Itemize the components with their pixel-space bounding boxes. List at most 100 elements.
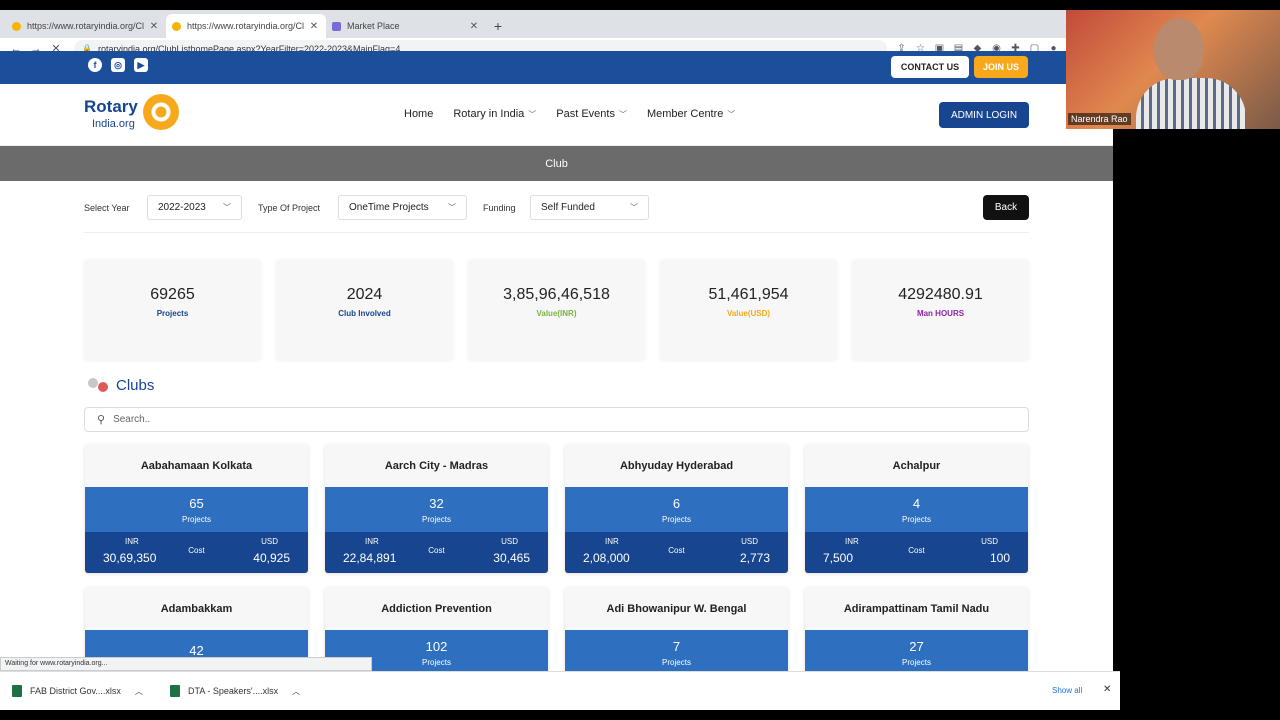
- rotary-wheel-icon: [143, 94, 179, 130]
- project-unit: Projects: [902, 514, 931, 524]
- tab-strip: https://www.rotaryindia.org/Cl ✕ https:/…: [0, 10, 1066, 38]
- website: f ◎ ▶ CONTACT US JOIN US Rotary India.or…: [0, 51, 1113, 671]
- section-title-bar: Club: [0, 146, 1113, 181]
- main-nav: Home Rotary in India ﹀ Past Events ﹀ Membe…: [404, 108, 735, 120]
- year-select[interactable]: 2022-2023 ﹀: [147, 195, 242, 220]
- stat-label: Man HOURS: [916, 309, 965, 318]
- usd-label: USD: [981, 537, 998, 546]
- nav-label: Home: [404, 108, 434, 120]
- video-call-tile: Narendra Rao: [1066, 10, 1280, 129]
- nav-past-events[interactable]: Past Events ﹀: [556, 108, 627, 120]
- stat-value: 51,461,954: [708, 286, 789, 303]
- project-count: 65: [189, 495, 204, 511]
- search-input[interactable]: ⚲ Search..: [84, 407, 1029, 432]
- admin-login-button[interactable]: ADMIN LOGIN: [939, 102, 1029, 128]
- search-icon: ⚲: [97, 414, 106, 426]
- project-count: 27: [909, 638, 924, 654]
- project-count: 6: [672, 495, 681, 511]
- close-tab-icon[interactable]: ✕: [308, 21, 320, 32]
- club-card[interactable]: Abhyuday Hyderabad 6 Projects INR 2,08,0…: [565, 444, 788, 573]
- rotary-logo[interactable]: Rotary India.org: [84, 94, 179, 130]
- club-card[interactable]: Achalpur 4 Projects INR 7,500 Cost USD 1…: [805, 444, 1028, 573]
- download-item[interactable]: FAB District Gov....xlsx ︿: [12, 685, 170, 697]
- club-name: Adambakkam: [85, 587, 308, 630]
- join-us-button[interactable]: JOIN US: [974, 56, 1028, 78]
- facebook-icon[interactable]: f: [88, 58, 102, 72]
- nav-home[interactable]: Home: [404, 108, 433, 120]
- project-unit: Projects: [182, 514, 211, 524]
- club-card[interactable]: Adirampattinam Tamil Nadu 27 Projects: [805, 587, 1028, 671]
- project-count: 42: [189, 643, 204, 658]
- new-tab-icon[interactable]: +: [486, 14, 510, 38]
- project-count-band: 32 Projects: [325, 487, 548, 532]
- browser-status-message: Waiting for www.rotaryindia.org...: [0, 657, 372, 671]
- participant-face: [1154, 18, 1204, 80]
- clubs-title: Clubs: [116, 376, 155, 394]
- cost-band: INR 30,69,350 Cost USD 40,925: [85, 532, 308, 573]
- instagram-icon[interactable]: ◎: [111, 58, 125, 72]
- club-name: Achalpur: [805, 444, 1028, 487]
- search-placeholder: Search..: [113, 414, 151, 425]
- show-all-link[interactable]: Show all: [1052, 686, 1082, 695]
- club-card[interactable]: Adi Bhowanipur W. Bengal 7 Projects: [565, 587, 788, 671]
- inr-label: INR: [845, 537, 859, 546]
- stat-label: Value(USD): [726, 309, 771, 318]
- top-strip: f ◎ ▶ CONTACT US JOIN US: [0, 51, 1113, 84]
- close-icon[interactable]: ✕: [1103, 684, 1111, 695]
- chevron-up-icon[interactable]: ︿: [292, 686, 300, 697]
- clubs-heading: Clubs: [86, 376, 154, 394]
- project-count-band: 4 Projects: [805, 487, 1028, 532]
- club-card[interactable]: Aabahamaan Kolkata 65 Projects INR 30,69…: [85, 444, 308, 573]
- nav-label: Past Events: [556, 108, 615, 120]
- chevron-up-icon[interactable]: ︿: [135, 686, 143, 697]
- usd-value: 30,465: [493, 551, 530, 565]
- browser-tab-3[interactable]: Market Place ✕: [326, 14, 486, 38]
- cost-band: INR 7,500 Cost USD 100: [805, 532, 1028, 573]
- club-card[interactable]: Aarch City - Madras 32 Projects INR 22,8…: [325, 444, 548, 573]
- site-header: Rotary India.org Home Rotary in India ﹀ P…: [0, 84, 1113, 146]
- chevron-down-icon: ﹀: [727, 109, 736, 119]
- nav-rotary-in-india[interactable]: Rotary in India ﹀: [453, 108, 536, 120]
- nav-member-centre[interactable]: Member Centre ﹀: [647, 108, 735, 120]
- nav-label: Rotary in India: [453, 108, 525, 120]
- tab-title: Market Place: [347, 21, 400, 31]
- stat-projects: 69265 Projects: [84, 259, 261, 360]
- stat-value: 2024: [346, 286, 383, 303]
- project-type-label: Type Of Project: [258, 203, 321, 213]
- inr-label: INR: [605, 537, 619, 546]
- club-name: Addiction Prevention: [325, 587, 548, 630]
- close-tab-icon[interactable]: ✕: [148, 21, 160, 32]
- participant-name: Narendra Rao: [1068, 113, 1131, 125]
- back-button[interactable]: Back: [983, 195, 1029, 220]
- stat-value: 69265: [150, 286, 195, 303]
- stat-clubs: 2024 Club Involved: [276, 259, 453, 360]
- stat-value: 3,85,96,46,518: [503, 286, 610, 303]
- project-type-select[interactable]: OneTime Projects ﹀: [338, 195, 467, 220]
- chevron-down-icon: ﹀: [223, 203, 231, 212]
- youtube-icon[interactable]: ▶: [134, 58, 148, 72]
- contact-us-button[interactable]: CONTACT US: [891, 56, 969, 78]
- tab-title: https://www.rotaryindia.org/Cl: [27, 21, 145, 31]
- inr-label: INR: [365, 537, 379, 546]
- close-tab-icon[interactable]: ✕: [468, 21, 480, 32]
- nav-label: Member Centre: [646, 108, 724, 120]
- tab-title: https://www.rotaryindia.org/Cl: [187, 21, 305, 31]
- logo-org-text: India.org: [92, 118, 135, 130]
- cost-band: INR 22,84,891 Cost USD 30,465: [325, 532, 548, 573]
- club-name: Adi Bhowanipur W. Bengal: [565, 587, 788, 630]
- year-label: Select Year: [84, 203, 130, 213]
- funding-value: Self Funded: [541, 202, 595, 213]
- usd-label: USD: [501, 537, 518, 546]
- funding-select[interactable]: Self Funded ﹀: [530, 195, 649, 220]
- stat-usd: 51,461,954 Value(USD): [660, 259, 837, 360]
- club-name: Aarch City - Madras: [325, 444, 548, 487]
- club-name: Adirampattinam Tamil Nadu: [805, 587, 1028, 630]
- project-count: 32: [429, 495, 444, 511]
- download-item[interactable]: DTA - Speakers'....xlsx ︿: [170, 685, 328, 697]
- excel-file-icon: [12, 685, 22, 697]
- funding-label: Funding: [483, 203, 516, 213]
- download-filename: FAB District Gov....xlsx: [30, 686, 121, 696]
- project-count: 102: [425, 638, 448, 654]
- browser-tab-1[interactable]: https://www.rotaryindia.org/Cl ✕: [6, 14, 166, 38]
- browser-tab-2[interactable]: https://www.rotaryindia.org/Cl ✕: [166, 14, 326, 38]
